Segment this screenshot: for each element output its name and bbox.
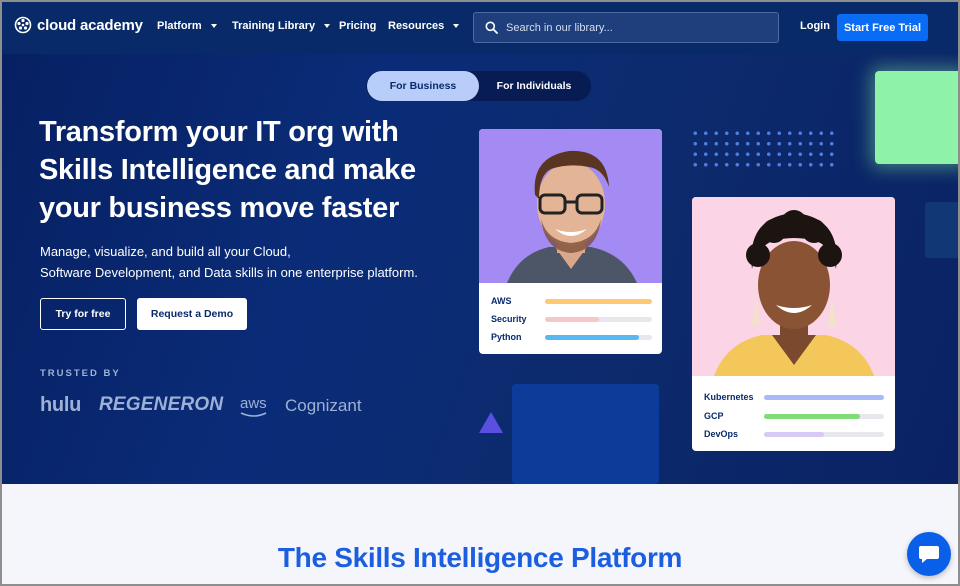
hero-headline: Transform your IT org with Skills Intell…: [39, 116, 416, 224]
search-icon: [485, 21, 498, 34]
brand-logo-aws-text: aws: [240, 395, 267, 412]
skill-bar-fill: [545, 317, 599, 322]
brand-logo-cognizant: Cognizant: [285, 396, 362, 415]
skill-bar-fill: [764, 395, 884, 400]
man-portrait-illustration: [507, 150, 637, 283]
brand-logo-hulu: hulu: [40, 394, 82, 416]
green-square-decoration: [875, 71, 958, 164]
chat-bubble-icon: [919, 546, 939, 563]
nav-resources-label: Resources: [388, 20, 445, 32]
start-free-trial-button[interactable]: Start Free Trial: [837, 14, 928, 41]
toggle-for-individuals[interactable]: For Individuals: [478, 71, 590, 101]
hero-section: For Business For Individuals Transform y…: [2, 54, 958, 484]
dot-grid-decoration: [690, 128, 840, 170]
nav-platform-label: Platform: [157, 20, 202, 32]
skill-label: Kubernetes: [704, 392, 754, 402]
triangle-decoration: [479, 412, 503, 433]
cloud-academy-logo-icon: [14, 16, 32, 34]
skills-card-2: Kubernetes GCP DevOps: [692, 197, 895, 451]
hero-subtitle-line-2: Software Development, and Data skills in…: [40, 265, 418, 280]
dark-square-decoration: [925, 202, 958, 258]
chat-button[interactable]: [907, 532, 951, 576]
skill-label: Python: [491, 332, 522, 342]
nav-pricing[interactable]: Pricing: [339, 20, 376, 32]
logo-text: cloud academy: [37, 16, 143, 34]
toggle-for-business[interactable]: For Business: [367, 71, 479, 101]
skill-label: AWS: [491, 296, 512, 306]
chevron-down-icon: [210, 24, 217, 28]
audience-toggle: For Business For Individuals: [366, 71, 591, 101]
chevron-down-icon: [324, 24, 331, 28]
brand-logo-aws: aws: [240, 395, 267, 417]
request-demo-button[interactable]: Request a Demo: [137, 298, 247, 330]
search-input[interactable]: [506, 21, 756, 34]
skill-label: DevOps: [704, 429, 739, 439]
brand-logo-regeneron: REGENERON: [99, 394, 224, 415]
section-title: The Skills Intelligence Platform: [277, 542, 683, 573]
browser-frame: cloud academy Platform Training Library …: [0, 0, 960, 586]
skill-bar-fill: [764, 414, 860, 419]
trusted-by-label: TRUSTED BY: [40, 368, 121, 379]
logo[interactable]: cloud academy: [14, 16, 143, 34]
skill-bar-fill: [545, 335, 640, 340]
skill-bar: [764, 432, 884, 437]
nav-resources[interactable]: Resources: [388, 20, 460, 32]
skill-bar: [764, 414, 884, 419]
hero-subtitle-line-1: Manage, visualize, and build all your Cl…: [40, 244, 291, 259]
nav-training-library-label: Training Library: [232, 20, 316, 32]
profile-photo-man: [479, 129, 662, 283]
platform-section: The Skills Intelligence Platform: [2, 484, 958, 584]
search-box[interactable]: [473, 12, 779, 43]
skill-bar: [545, 335, 652, 340]
nav-platform[interactable]: Platform: [157, 20, 217, 32]
nav-pricing-label: Pricing: [339, 20, 377, 32]
skill-label: GCP: [704, 411, 724, 421]
blue-block-decoration: [512, 384, 659, 484]
skill-bar-fill: [545, 299, 652, 304]
skill-bar: [545, 317, 652, 322]
skill-label: Security: [491, 314, 527, 324]
skill-bar: [764, 395, 884, 400]
skill-bar-fill: [764, 432, 824, 437]
skill-bar: [545, 299, 652, 304]
chevron-down-icon: [453, 24, 460, 28]
nav-training-library[interactable]: Training Library: [232, 20, 331, 32]
top-nav: cloud academy Platform Training Library …: [2, 2, 958, 54]
profile-photo-woman: [692, 197, 895, 376]
woman-portrait-illustration: [714, 210, 874, 376]
aws-smile-icon: [240, 412, 267, 417]
skills-card-1: AWS Security Python: [479, 129, 662, 354]
hero-subtitle: Manage, visualize, and build all your Cl…: [40, 241, 440, 283]
try-for-free-button[interactable]: Try for free: [40, 298, 126, 330]
login-link[interactable]: Login: [800, 20, 830, 32]
